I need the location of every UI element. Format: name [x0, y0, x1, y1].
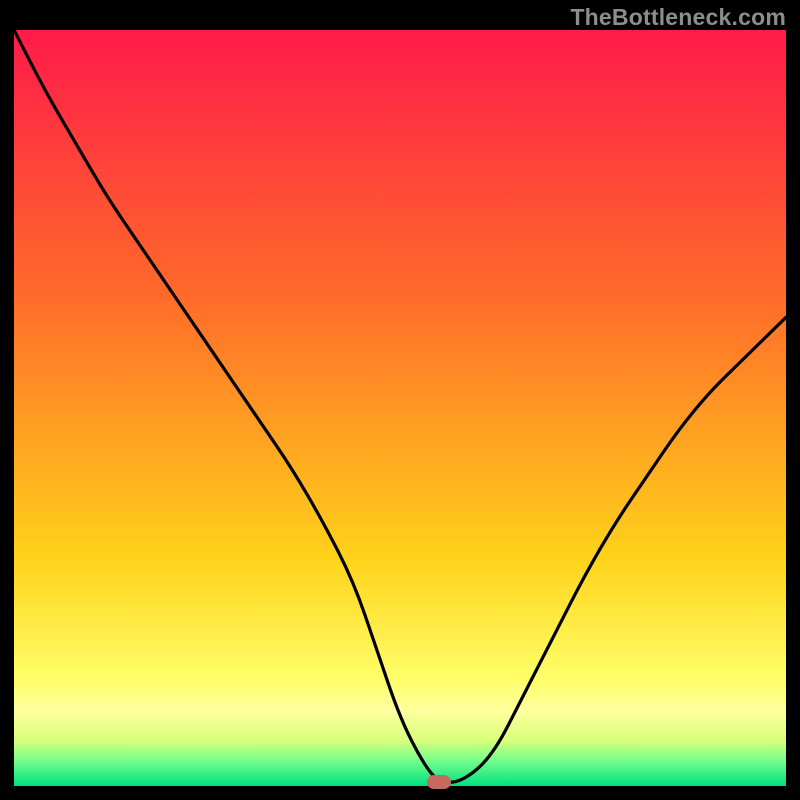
watermark-text: TheBottleneck.com — [570, 4, 786, 31]
bottleneck-plot — [14, 30, 786, 786]
chart-frame — [14, 30, 786, 786]
optimum-marker — [427, 775, 451, 789]
gradient-background — [14, 30, 786, 786]
